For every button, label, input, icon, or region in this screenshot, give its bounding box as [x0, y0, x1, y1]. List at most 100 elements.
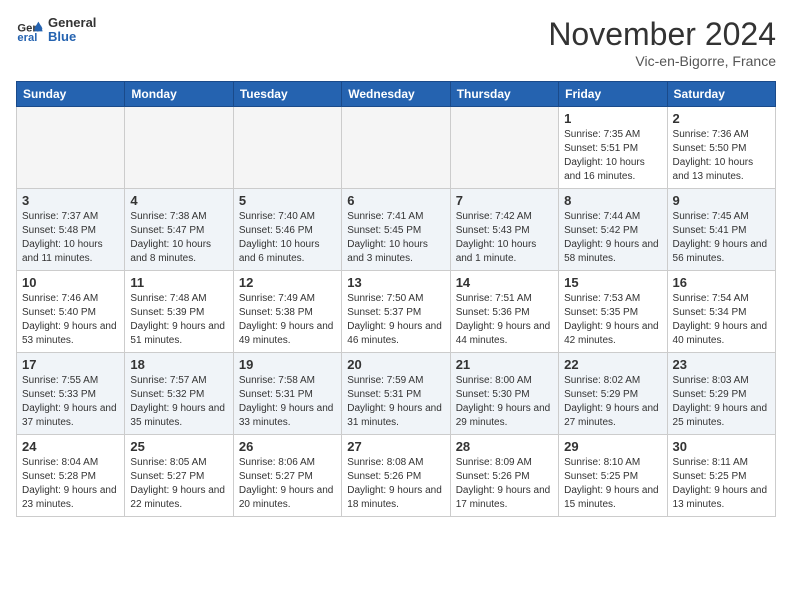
day-info: Sunrise: 8:03 AM Sunset: 5:29 PM Dayligh… [673, 374, 770, 430]
day-info: Sunrise: 7:54 AM Sunset: 5:34 PM Dayligh… [673, 292, 770, 348]
day-info: Sunrise: 8:02 AM Sunset: 5:29 PM Dayligh… [564, 374, 661, 430]
day-number: 4 [130, 193, 227, 208]
calendar-cell: 19 Sunrise: 7:58 AM Sunset: 5:31 PM Dayli… [233, 353, 341, 435]
calendar-cell: 10Sunrise: 7:46 AM Sunset: 5:40 PM Dayli… [17, 271, 125, 353]
day-info: Sunrise: 7:35 AM Sunset: 5:51 PM Dayligh… [564, 128, 661, 184]
day-number: 6 [347, 193, 444, 208]
calendar-header-sunday: Sunday [17, 82, 125, 107]
calendar-cell [125, 107, 233, 189]
calendar-cell: 28Sunrise: 8:09 AM Sunset: 5:26 PM Dayli… [450, 435, 558, 517]
day-number: 5 [239, 193, 336, 208]
day-number: 14 [456, 275, 553, 290]
calendar-header-monday: Monday [125, 82, 233, 107]
calendar-cell: 26Sunrise: 8:06 AM Sunset: 5:27 PM Dayli… [233, 435, 341, 517]
calendar-cell [450, 107, 558, 189]
day-number: 9 [673, 193, 770, 208]
calendar-header-tuesday: Tuesday [233, 82, 341, 107]
day-info: Sunrise: 8:05 AM Sunset: 5:27 PM Dayligh… [130, 456, 227, 512]
day-number: 30 [673, 439, 770, 454]
calendar-table: SundayMondayTuesdayWednesdayThursdayFrid… [16, 81, 776, 517]
logo: Gen eral General Blue [16, 16, 96, 45]
calendar-cell: 2Sunrise: 7:36 AM Sunset: 5:50 PM Daylig… [667, 107, 775, 189]
calendar-cell: 30 Sunrise: 8:11 AM Sunset: 5:25 PM Dayli… [667, 435, 775, 517]
day-number: 25 [130, 439, 227, 454]
calendar-cell [233, 107, 341, 189]
calendar-cell [342, 107, 450, 189]
day-number: 13 [347, 275, 444, 290]
day-number: 3 [22, 193, 119, 208]
calendar-cell [17, 107, 125, 189]
calendar-cell: 24 Sunrise: 8:04 AM Sunset: 5:28 PM Dayli… [17, 435, 125, 517]
day-info: Sunrise: 7:49 AM Sunset: 5:38 PM Dayligh… [239, 292, 336, 348]
calendar-cell: 1Sunrise: 7:35 AM Sunset: 5:51 PM Daylig… [559, 107, 667, 189]
day-info: Sunrise: 7:59 AM Sunset: 5:31 PM Dayligh… [347, 374, 444, 430]
day-number: 11 [130, 275, 227, 290]
logo-icon: Gen eral [16, 16, 44, 44]
calendar-cell: 21 Sunrise: 8:00 AM Sunset: 5:30 PM Dayli… [450, 353, 558, 435]
calendar-cell: 5 Sunrise: 7:40 AM Sunset: 5:46 PM Daylig… [233, 189, 341, 271]
day-info: Sunrise: 7:38 AM Sunset: 5:47 PM Dayligh… [130, 210, 227, 266]
day-info: Sunrise: 7:51 AM Sunset: 5:36 PM Dayligh… [456, 292, 553, 348]
day-info: Sunrise: 8:09 AM Sunset: 5:26 PM Dayligh… [456, 456, 553, 512]
day-number: 29 [564, 439, 661, 454]
day-info: Sunrise: 7:37 AM Sunset: 5:48 PM Dayligh… [22, 210, 119, 266]
calendar-cell: 25 Sunrise: 8:05 AM Sunset: 5:27 PM Dayli… [125, 435, 233, 517]
day-info: Sunrise: 8:11 AM Sunset: 5:25 PM Dayligh… [673, 456, 770, 512]
day-info: Sunrise: 8:00 AM Sunset: 5:30 PM Dayligh… [456, 374, 553, 430]
day-number: 10 [22, 275, 119, 290]
day-number: 7 [456, 193, 553, 208]
calendar-header-row: SundayMondayTuesdayWednesdayThursdayFrid… [17, 82, 776, 107]
page-header: Gen eral General Blue November 2024 Vic-… [16, 16, 776, 69]
day-number: 26 [239, 439, 336, 454]
calendar-week-row: 24 Sunrise: 8:04 AM Sunset: 5:28 PM Dayli… [17, 435, 776, 517]
calendar-cell: 7 Sunrise: 7:42 AM Sunset: 5:43 PM Daylig… [450, 189, 558, 271]
calendar-cell: 14 Sunrise: 7:51 AM Sunset: 5:36 PM Dayli… [450, 271, 558, 353]
title-block: November 2024 Vic-en-Bigorre, France [548, 16, 776, 69]
day-number: 8 [564, 193, 661, 208]
day-info: Sunrise: 7:48 AM Sunset: 5:39 PM Dayligh… [130, 292, 227, 348]
month-title: November 2024 [548, 16, 776, 53]
day-number: 18 [130, 357, 227, 372]
day-number: 21 [456, 357, 553, 372]
day-info: Sunrise: 7:44 AM Sunset: 5:42 PM Dayligh… [564, 210, 661, 266]
calendar-header-saturday: Saturday [667, 82, 775, 107]
day-number: 16 [673, 275, 770, 290]
day-number: 22 [564, 357, 661, 372]
svg-text:eral: eral [17, 32, 37, 44]
day-info: Sunrise: 7:45 AM Sunset: 5:41 PM Dayligh… [673, 210, 770, 266]
calendar-week-row: 3 Sunrise: 7:37 AM Sunset: 5:48 PM Daylig… [17, 189, 776, 271]
calendar-cell: 3 Sunrise: 7:37 AM Sunset: 5:48 PM Daylig… [17, 189, 125, 271]
day-number: 20 [347, 357, 444, 372]
day-info: Sunrise: 7:36 AM Sunset: 5:50 PM Dayligh… [673, 128, 770, 184]
day-info: Sunrise: 8:08 AM Sunset: 5:26 PM Dayligh… [347, 456, 444, 512]
calendar-cell: 12 Sunrise: 7:49 AM Sunset: 5:38 PM Dayli… [233, 271, 341, 353]
day-info: Sunrise: 7:53 AM Sunset: 5:35 PM Dayligh… [564, 292, 661, 348]
calendar-header-thursday: Thursday [450, 82, 558, 107]
calendar-cell: 27 Sunrise: 8:08 AM Sunset: 5:26 PM Dayli… [342, 435, 450, 517]
day-number: 24 [22, 439, 119, 454]
day-number: 12 [239, 275, 336, 290]
day-info: Sunrise: 8:10 AM Sunset: 5:25 PM Dayligh… [564, 456, 661, 512]
calendar-week-row: 17Sunrise: 7:55 AM Sunset: 5:33 PM Dayli… [17, 353, 776, 435]
calendar-cell: 20 Sunrise: 7:59 AM Sunset: 5:31 PM Dayli… [342, 353, 450, 435]
day-info: Sunrise: 7:50 AM Sunset: 5:37 PM Dayligh… [347, 292, 444, 348]
day-info: Sunrise: 7:40 AM Sunset: 5:46 PM Dayligh… [239, 210, 336, 266]
calendar-week-row: 10Sunrise: 7:46 AM Sunset: 5:40 PM Dayli… [17, 271, 776, 353]
day-info: Sunrise: 7:57 AM Sunset: 5:32 PM Dayligh… [130, 374, 227, 430]
calendar-cell: 18 Sunrise: 7:57 AM Sunset: 5:32 PM Dayli… [125, 353, 233, 435]
day-info: Sunrise: 8:04 AM Sunset: 5:28 PM Dayligh… [22, 456, 119, 512]
calendar-cell: 22 Sunrise: 8:02 AM Sunset: 5:29 PM Dayli… [559, 353, 667, 435]
calendar-cell: 15Sunrise: 7:53 AM Sunset: 5:35 PM Dayli… [559, 271, 667, 353]
location: Vic-en-Bigorre, France [548, 53, 776, 69]
calendar-cell: 23Sunrise: 8:03 AM Sunset: 5:29 PM Dayli… [667, 353, 775, 435]
day-number: 19 [239, 357, 336, 372]
day-number: 27 [347, 439, 444, 454]
calendar-cell: 17Sunrise: 7:55 AM Sunset: 5:33 PM Dayli… [17, 353, 125, 435]
calendar-cell: 11 Sunrise: 7:48 AM Sunset: 5:39 PM Dayli… [125, 271, 233, 353]
logo-blue: Blue [48, 30, 96, 44]
calendar-header-wednesday: Wednesday [342, 82, 450, 107]
calendar-cell: 29 Sunrise: 8:10 AM Sunset: 5:25 PM Dayli… [559, 435, 667, 517]
calendar-cell: 8 Sunrise: 7:44 AM Sunset: 5:42 PM Daylig… [559, 189, 667, 271]
day-info: Sunrise: 7:58 AM Sunset: 5:31 PM Dayligh… [239, 374, 336, 430]
day-info: Sunrise: 7:42 AM Sunset: 5:43 PM Dayligh… [456, 210, 553, 266]
